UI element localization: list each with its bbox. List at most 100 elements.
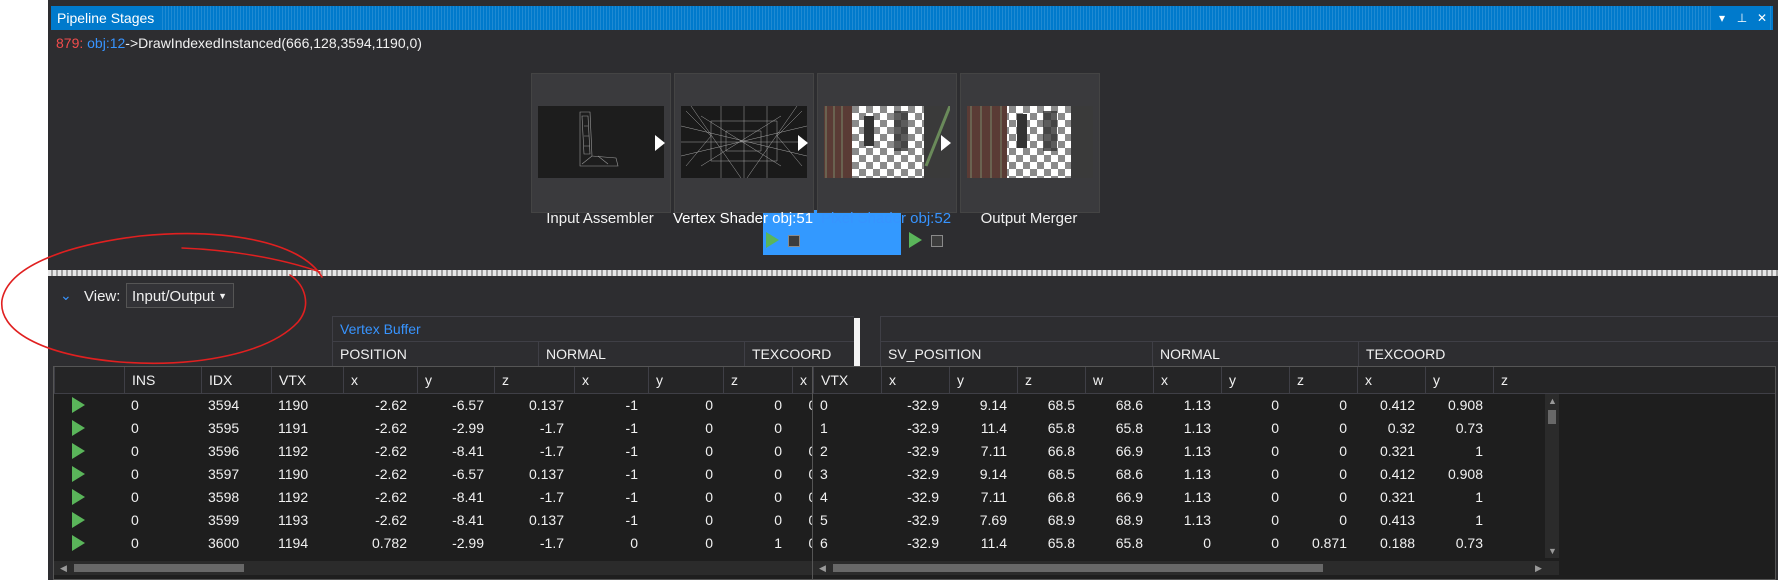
- close-icon[interactable]: ✕: [1755, 6, 1769, 30]
- col-tex-y-out[interactable]: y: [1425, 367, 1493, 393]
- table-cell: 0: [131, 443, 139, 459]
- table-cell: -2.62: [375, 512, 407, 528]
- col-tex-x-out[interactable]: x: [1357, 367, 1425, 393]
- collapse-chevron-icon[interactable]: ⌄: [60, 287, 72, 304]
- table-cell: 0: [774, 489, 782, 505]
- vertex-shader-stop-icon[interactable]: [788, 235, 800, 247]
- scroll-thumb[interactable]: [74, 564, 244, 572]
- col-pos-x[interactable]: x: [343, 367, 417, 393]
- table-cell: -2.99: [452, 535, 484, 551]
- stage-output-merger[interactable]: [960, 73, 1100, 213]
- table-cell: 1194: [278, 535, 309, 551]
- table-cell: 0: [131, 466, 139, 482]
- debug-vertex-play-icon[interactable]: [72, 535, 85, 551]
- table-row[interactable]: 035941190-2.62-6.570.137-1000.4: [54, 394, 856, 417]
- scroll-thumb[interactable]: [833, 564, 1323, 572]
- stage-arrow-icon: [941, 135, 951, 151]
- col-sv-y[interactable]: y: [949, 367, 1017, 393]
- dropdown-menu-icon[interactable]: ▾: [1715, 6, 1729, 30]
- col-nrm-z[interactable]: z: [723, 367, 792, 393]
- object-link[interactable]: obj:12: [87, 35, 125, 51]
- pixel-shader-debug-play-icon[interactable]: [909, 232, 922, 248]
- debug-vertex-play-icon[interactable]: [72, 512, 85, 528]
- col-sv-x[interactable]: x: [881, 367, 949, 393]
- col-pos-y[interactable]: y: [417, 367, 494, 393]
- output-top-header: [880, 316, 1778, 342]
- stage-pixel-shader[interactable]: [817, 73, 957, 213]
- col-sv-z[interactable]: z: [1017, 367, 1085, 393]
- debug-vertex-play-icon[interactable]: [72, 420, 85, 436]
- table-cell: 0.137: [528, 466, 564, 482]
- table-row[interactable]: 0360011940.782-2.99-1.70010.1: [54, 532, 856, 555]
- output-grid-table[interactable]: VTX x y z w x y z x y z 0 -32.9 9.14 68.5 68…: [812, 366, 1776, 580]
- col-nrm-y[interactable]: y: [648, 367, 723, 393]
- col-sv-w[interactable]: w: [1085, 367, 1153, 393]
- table-row[interactable]: 5 -32.9 7.69 68.9 68.9 1.13 0 0 0.413 1: [813, 509, 1775, 532]
- table-cell: -8.41: [452, 443, 484, 459]
- scroll-up-icon[interactable]: ▲: [1548, 394, 1557, 408]
- col-out-vtx[interactable]: VTX: [813, 367, 881, 393]
- table-cell: 68.9: [1047, 512, 1075, 528]
- table-cell: -1.7: [539, 420, 564, 436]
- col-idx[interactable]: IDX: [201, 367, 271, 393]
- col-nrm-x-out[interactable]: x: [1153, 367, 1221, 393]
- table-cell: 66.9: [1115, 443, 1143, 459]
- event-id[interactable]: 879:: [56, 35, 83, 51]
- debug-vertex-play-icon[interactable]: [72, 443, 85, 459]
- table-row[interactable]: 1 -32.9 11.4 65.8 65.8 1.13 0 0 0.32 0.73: [813, 417, 1775, 440]
- splitter-bar[interactable]: [48, 270, 1778, 276]
- pixel-shader-stop-icon[interactable]: [931, 235, 943, 247]
- table-cell: 3600: [208, 535, 240, 551]
- table-row[interactable]: 2 -32.9 7.11 66.8 66.9 1.13 0 0 0.321 1: [813, 440, 1775, 463]
- scroll-left-icon[interactable]: ◀: [819, 561, 826, 575]
- col-nrm-z-out[interactable]: z: [1289, 367, 1357, 393]
- stage-label-output-merger[interactable]: Output Merger: [954, 210, 1104, 227]
- table-row[interactable]: 6 -32.9 11.4 65.8 65.8 0 0 0.871 0.188 0.73: [813, 532, 1775, 555]
- stage-label-input-assembler[interactable]: Input Assembler: [525, 210, 675, 227]
- vertex-shader-debug-play-icon[interactable]: [766, 232, 779, 248]
- input-horizontal-scrollbar[interactable]: ◀ ▶: [54, 561, 854, 575]
- table-row[interactable]: 4 -32.9 7.11 66.8 66.9 1.13 0 0 0.321 1: [813, 486, 1775, 509]
- table-row[interactable]: 3 -32.9 9.14 68.5 68.6 1.13 0 0 0.412 0.908: [813, 463, 1775, 486]
- semantic-texcoord-out: TEXCOORD: [1358, 342, 1778, 367]
- table-cell: -32.9: [907, 535, 939, 551]
- view-dropdown[interactable]: Input/Output ▼: [126, 283, 234, 308]
- stage-arrow-icon: [798, 135, 808, 151]
- table-cell: -1.7: [539, 443, 564, 459]
- debug-vertex-play-icon[interactable]: [72, 466, 85, 482]
- table-cell: 0: [705, 397, 713, 413]
- col-pos-z[interactable]: z: [494, 367, 574, 393]
- scroll-left-icon[interactable]: ◀: [60, 561, 67, 575]
- scroll-right-icon[interactable]: ▶: [1535, 561, 1542, 575]
- output-vertical-scrollbar[interactable]: ▲ ▼: [1545, 394, 1559, 558]
- col-vtx[interactable]: VTX: [271, 367, 343, 393]
- debug-vertex-play-icon[interactable]: [72, 397, 85, 413]
- col-nrm-x[interactable]: x: [574, 367, 648, 393]
- scroll-down-icon[interactable]: ▼: [1548, 544, 1557, 558]
- table-cell: 0: [1339, 420, 1347, 436]
- table-row[interactable]: 035961192-2.62-8.41-1.7-1000.3: [54, 440, 856, 463]
- table-row[interactable]: 035981192-2.62-8.41-1.7-1000.3: [54, 486, 856, 509]
- stage-vertex-shader[interactable]: [674, 73, 814, 213]
- output-semantics-header: SV_POSITION NORMAL TEXCOORD: [880, 341, 1778, 367]
- semantic-texcoord: TEXCOORD: [744, 342, 854, 367]
- col-nrm-y-out[interactable]: y: [1221, 367, 1289, 393]
- debug-vertex-play-icon[interactable]: [72, 489, 85, 505]
- table-row[interactable]: 035991193-2.62-8.410.137-1000.4: [54, 509, 856, 532]
- table-cell: 6: [820, 535, 828, 551]
- semantic-position: POSITION: [332, 342, 538, 367]
- col-tex-z-out[interactable]: z: [1493, 367, 1561, 393]
- pin-icon[interactable]: ⊥: [1735, 6, 1749, 30]
- table-row[interactable]: 0 -32.9 9.14 68.5 68.6 1.13 0 0 0.412 0.908: [813, 394, 1775, 417]
- table-row[interactable]: 035971190-2.62-6.570.137-1000.4: [54, 463, 856, 486]
- stage-label-vertex-shader[interactable]: Vertex Shader obj:51: [668, 210, 818, 227]
- table-cell: 3597: [208, 466, 240, 482]
- col-ins[interactable]: INS: [124, 367, 201, 393]
- output-horizontal-scrollbar[interactable]: ◀ ▶: [813, 561, 1559, 575]
- table-row[interactable]: 035951191-2.62-2.99-1.7-1000: [54, 417, 856, 440]
- input-grid[interactable]: INS IDX VTX x y z x y z x 0 3594 1190 -2.62…: [53, 366, 857, 580]
- stage-label-pixel-shader[interactable]: Pixel Shader obj:52: [811, 210, 961, 227]
- scroll-thumb[interactable]: [1548, 410, 1556, 424]
- stage-input-assembler[interactable]: [531, 73, 671, 213]
- table-cell: -2.62: [375, 489, 407, 505]
